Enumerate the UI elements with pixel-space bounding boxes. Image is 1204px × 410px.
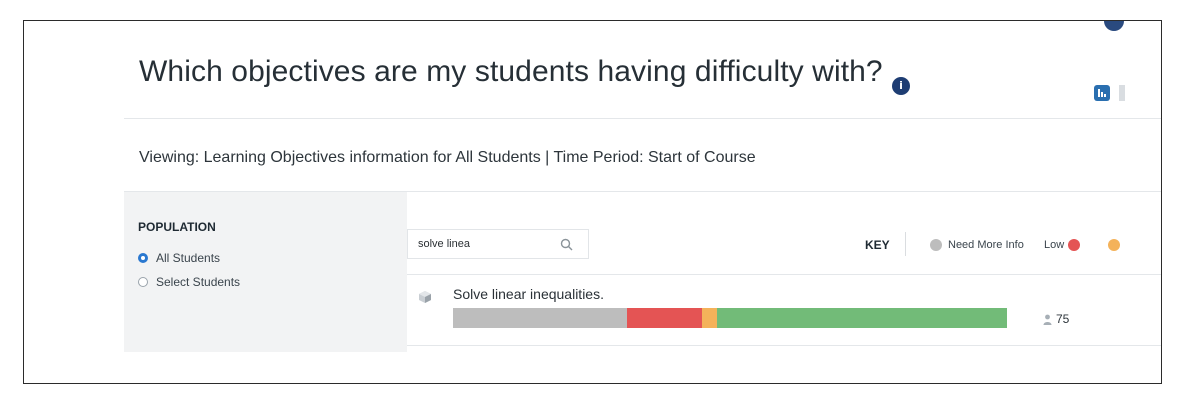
objective-progress-bar[interactable] (453, 308, 1007, 328)
bar-segment-medium (702, 308, 717, 328)
population-heading: POPULATION (138, 220, 216, 234)
objective-label[interactable]: Solve linear inequalities. (453, 286, 604, 302)
cube-icon (419, 291, 431, 303)
radio-checked-icon[interactable] (138, 253, 148, 263)
radio-select-students[interactable]: Select Students (138, 275, 240, 289)
radio-unchecked-icon[interactable] (138, 277, 148, 287)
search-box (407, 229, 589, 259)
student-count: 75 (1043, 312, 1069, 326)
bar-segment-need-more-info (453, 308, 627, 328)
bar-chart-icon (1098, 89, 1106, 97)
key-text-need-more-info: Need More Info (948, 239, 1024, 251)
table-view-button[interactable] (1119, 85, 1125, 101)
divider (124, 118, 1161, 119)
key-label: KEY (865, 238, 890, 252)
page-title: Which objectives are my students having … (139, 55, 883, 88)
profile-circle-icon[interactable] (1104, 21, 1124, 31)
population-panel: POPULATION All Students Select Students (124, 192, 407, 352)
key-dot-low (1068, 239, 1080, 251)
divider (407, 274, 1161, 275)
search-input[interactable] (418, 230, 558, 258)
key-dot-need-more-info (930, 239, 942, 251)
search-icon[interactable] (560, 238, 573, 251)
info-icon[interactable]: i (892, 77, 910, 95)
student-count-value: 75 (1056, 312, 1070, 326)
key-divider (905, 232, 906, 256)
radio-all-students[interactable]: All Students (138, 251, 220, 265)
radio-label: All Students (156, 251, 221, 265)
person-icon (1043, 314, 1052, 325)
key-dot-medium (1108, 239, 1120, 251)
bar-segment-low (627, 308, 702, 328)
chart-view-button[interactable] (1094, 85, 1110, 101)
viewing-info: Viewing: Learning Objectives information… (139, 149, 756, 166)
dashboard-frame: Which objectives are my students having … (23, 20, 1162, 384)
key-text-low: Low (1044, 239, 1065, 251)
divider (407, 345, 1161, 346)
radio-label: Select Students (156, 275, 241, 289)
bar-segment-high (717, 308, 1007, 328)
